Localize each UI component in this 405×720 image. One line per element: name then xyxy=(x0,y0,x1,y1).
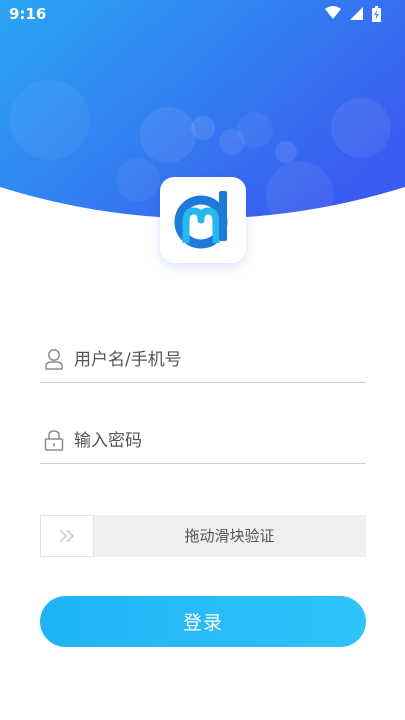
slider-handle[interactable] xyxy=(40,515,94,557)
username-field xyxy=(40,336,366,383)
user-icon xyxy=(45,349,63,370)
slider-verification: 拖动滑块验证 xyxy=(40,515,366,557)
status-time: 9:16 xyxy=(9,5,47,23)
cellular-signal-icon xyxy=(350,7,364,20)
app-logo-icon xyxy=(174,191,228,249)
wifi-icon xyxy=(325,6,342,19)
password-input[interactable] xyxy=(72,425,366,457)
app-logo xyxy=(160,177,246,263)
username-input[interactable] xyxy=(72,344,366,376)
slider-verification-label: 拖动滑块验证 xyxy=(184,527,275,545)
login-button[interactable]: 登录 xyxy=(40,596,366,647)
status-bar: 9:16 xyxy=(0,0,405,28)
password-field xyxy=(40,417,366,464)
double-chevron-right-icon xyxy=(59,529,74,543)
status-icons xyxy=(321,6,381,22)
lock-icon xyxy=(44,430,64,451)
battery-charging-icon xyxy=(372,6,381,22)
